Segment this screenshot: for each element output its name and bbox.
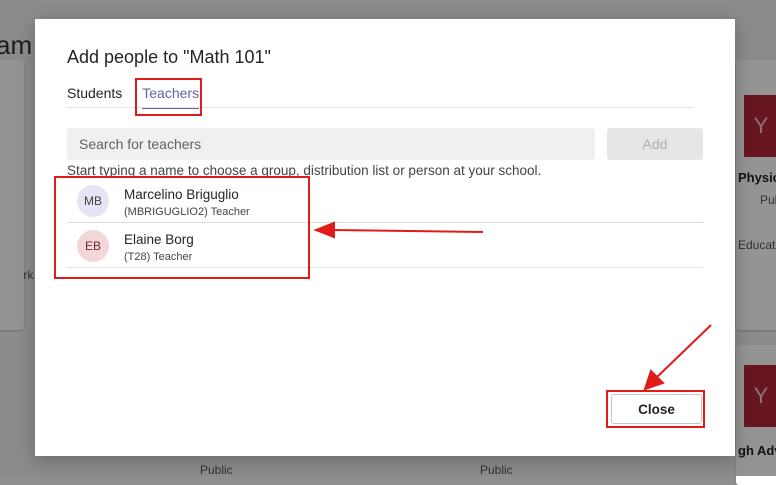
annotation-arrow-line — [331, 229, 484, 233]
annotation-arrows — [313, 221, 712, 391]
annotation-arrowhead — [313, 221, 335, 239]
annotation-arrow-line-2 — [655, 324, 712, 379]
